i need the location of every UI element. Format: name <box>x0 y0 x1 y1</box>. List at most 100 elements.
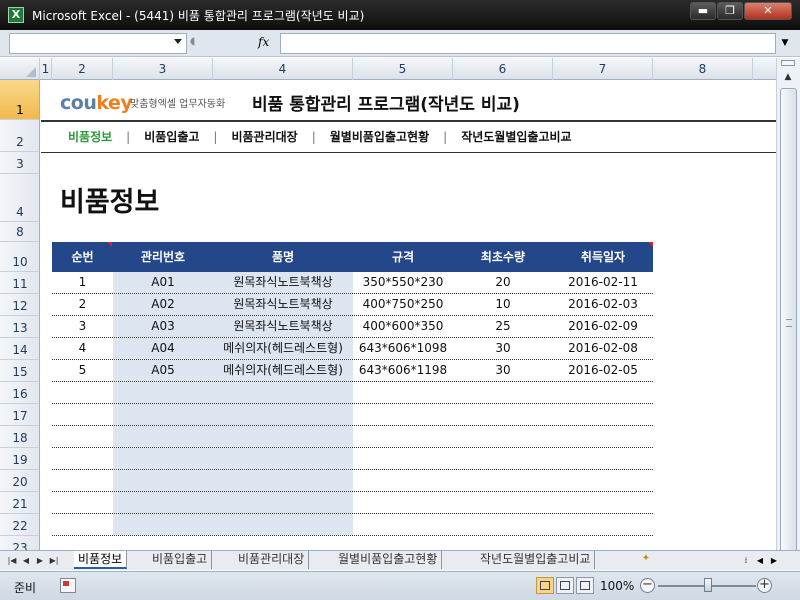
table-cell[interactable]: 4 <box>52 338 113 359</box>
row-header[interactable]: 20 <box>0 470 39 492</box>
row-header[interactable]: 2 <box>0 120 39 152</box>
sheet-tab-ledger[interactable]: 비품관리대장 <box>234 551 310 569</box>
row-header[interactable]: 21 <box>0 492 39 514</box>
column-header[interactable]: 3 <box>113 58 213 80</box>
table-cell[interactable]: 메쉬의자(헤드레스트형) <box>213 338 353 359</box>
table-cell[interactable] <box>453 514 553 535</box>
table-cell[interactable] <box>52 514 113 535</box>
table-cell[interactable]: 2016-02-11 <box>553 272 653 293</box>
table-cell[interactable] <box>52 470 113 491</box>
row-header[interactable]: 16 <box>0 382 39 404</box>
zoom-in-icon[interactable]: + <box>757 578 772 593</box>
row-header[interactable]: 17 <box>0 404 39 426</box>
column-header[interactable]: 4 <box>213 58 353 80</box>
insert-sheet-icon[interactable]: ✦ <box>638 553 654 568</box>
table-cell[interactable] <box>553 448 653 469</box>
nav-link-in-out[interactable]: 비품입출고 <box>144 128 199 145</box>
table-cell[interactable] <box>113 470 213 491</box>
record-macro-icon[interactable] <box>60 578 76 593</box>
column-header[interactable]: 8 <box>653 58 753 80</box>
first-sheet-icon[interactable]: |◀ <box>6 554 18 568</box>
table-cell[interactable] <box>213 404 353 425</box>
worksheet[interactable]: coukey 맞춤형엑셀 업무자동화 비품 통합관리 프로그램(작년도 비교) … <box>41 80 776 550</box>
table-cell[interactable]: A05 <box>113 360 213 381</box>
comment-indicator-icon[interactable] <box>648 242 653 247</box>
table-cell[interactable]: 2016-02-03 <box>553 294 653 315</box>
row-header[interactable]: 4 <box>0 174 39 222</box>
table-cell[interactable] <box>453 426 553 447</box>
table-cell[interactable] <box>553 426 653 447</box>
table-cell[interactable]: A02 <box>113 294 213 315</box>
row-header[interactable]: 14 <box>0 338 39 360</box>
split-handle-icon[interactable] <box>781 60 795 66</box>
table-cell[interactable] <box>553 492 653 513</box>
row-header[interactable]: 15 <box>0 360 39 382</box>
table-cell[interactable]: 350*550*230 <box>353 272 453 293</box>
table-cell[interactable] <box>553 514 653 535</box>
select-all-button[interactable] <box>0 58 40 80</box>
scroll-left-icon[interactable]: ◀ <box>754 554 766 568</box>
table-cell[interactable] <box>453 470 553 491</box>
table-cell[interactable] <box>52 492 113 513</box>
table-cell[interactable]: 2016-02-09 <box>553 316 653 337</box>
table-cell[interactable] <box>113 426 213 447</box>
row-header[interactable]: 13 <box>0 316 39 338</box>
close-button[interactable]: ✕ <box>744 2 792 20</box>
table-cell[interactable] <box>353 404 453 425</box>
table-cell[interactable] <box>353 382 453 403</box>
table-cell[interactable]: 30 <box>453 360 553 381</box>
nav-link-item-info[interactable]: 비품정보 <box>68 128 112 145</box>
table-cell[interactable] <box>52 382 113 403</box>
table-cell[interactable] <box>113 404 213 425</box>
table-cell[interactable] <box>353 448 453 469</box>
table-cell[interactable]: 400*600*350 <box>353 316 453 337</box>
table-cell[interactable]: 643*606*1098 <box>353 338 453 359</box>
table-cell[interactable] <box>553 404 653 425</box>
table-cell[interactable]: 25 <box>453 316 553 337</box>
table-cell[interactable]: 1 <box>52 272 113 293</box>
table-cell[interactable] <box>453 448 553 469</box>
zoom-level[interactable]: 100% <box>600 579 634 593</box>
row-header[interactable]: 8 <box>0 222 39 242</box>
nav-link-ledger[interactable]: 비품관리대장 <box>231 128 297 145</box>
table-cell[interactable] <box>213 470 353 491</box>
nav-link-yearly-compare[interactable]: 작년도월별입출고비교 <box>461 128 571 145</box>
table-cell[interactable] <box>353 492 453 513</box>
scroll-right-icon[interactable]: ▶ <box>768 554 780 568</box>
row-header[interactable]: 12 <box>0 294 39 316</box>
table-cell[interactable] <box>113 448 213 469</box>
table-cell[interactable]: 5 <box>52 360 113 381</box>
table-cell[interactable] <box>353 426 453 447</box>
column-header[interactable]: 2 <box>52 58 113 80</box>
next-sheet-icon[interactable]: ▶ <box>34 554 46 568</box>
table-cell[interactable]: 2016-02-08 <box>553 338 653 359</box>
sheet-tab-item-info[interactable]: 비품정보 <box>74 551 128 569</box>
sheet-tab-yearly-compare[interactable]: 작년도월별입출고비교 <box>476 551 596 569</box>
table-cell[interactable] <box>553 470 653 491</box>
row-header[interactable]: 23 <box>0 536 39 550</box>
table-cell[interactable]: 643*606*1198 <box>353 360 453 381</box>
row-header[interactable]: 11 <box>0 272 39 294</box>
horizontal-scrollbar[interactable]: ⁞ ◀ ▶ <box>740 554 798 568</box>
chevron-down-icon[interactable] <box>174 39 182 44</box>
table-cell[interactable] <box>113 514 213 535</box>
column-header[interactable]: 1 <box>40 58 52 80</box>
row-header[interactable]: 10 <box>0 242 39 272</box>
table-cell[interactable]: A04 <box>113 338 213 359</box>
table-cell[interactable]: 30 <box>453 338 553 359</box>
scroll-up-icon[interactable]: ▲ <box>779 69 797 85</box>
maximize-button[interactable]: ❐ <box>717 2 743 20</box>
table-cell[interactable]: 2 <box>52 294 113 315</box>
column-header[interactable]: 5 <box>353 58 453 80</box>
zoom-out-icon[interactable]: − <box>640 578 655 593</box>
zoom-slider-thumb[interactable] <box>704 578 712 592</box>
last-sheet-icon[interactable]: ▶| <box>48 554 60 568</box>
table-cell[interactable] <box>52 448 113 469</box>
scroll-thumb[interactable] <box>780 88 797 558</box>
table-cell[interactable] <box>213 448 353 469</box>
table-cell[interactable] <box>113 382 213 403</box>
nav-link-monthly[interactable]: 월별비품입출고현황 <box>330 128 429 145</box>
table-cell[interactable]: 메쉬의자(헤드레스트형) <box>213 360 353 381</box>
table-cell[interactable] <box>213 426 353 447</box>
comment-indicator-icon[interactable] <box>107 242 112 247</box>
